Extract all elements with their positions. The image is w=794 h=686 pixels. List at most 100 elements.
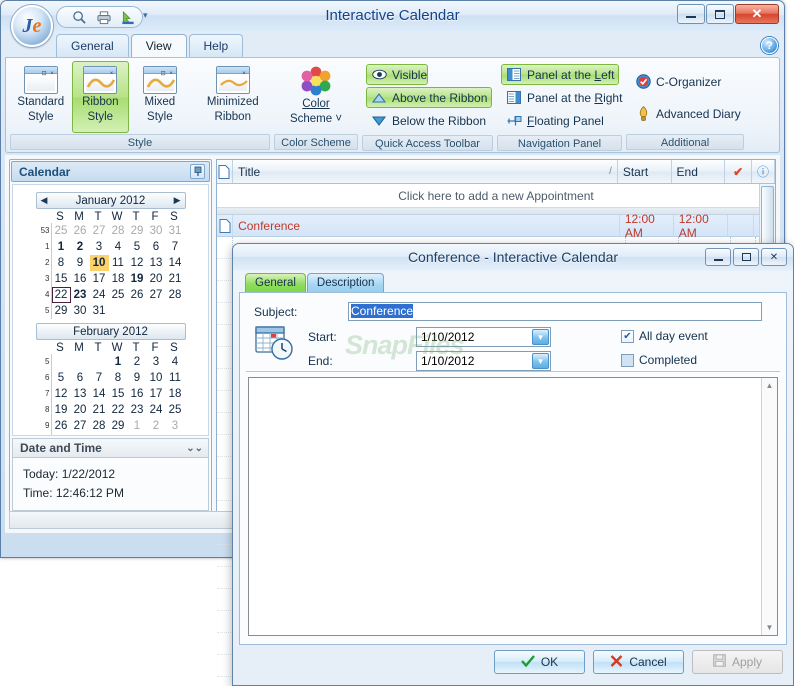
column-header-start[interactable]: Start [618, 160, 672, 183]
add-appointment-row[interactable]: Click here to add a new Appointment [217, 184, 775, 208]
calendar-day[interactable]: 28 [109, 223, 128, 239]
calendar-day[interactable]: 3 [166, 418, 185, 434]
calendar-day[interactable]: 10 [166, 434, 185, 435]
calendar-day[interactable]: 25 [166, 402, 185, 418]
ribbon-toggle-visible[interactable]: Visible [366, 64, 428, 85]
calendar-day[interactable]: 2 [71, 239, 90, 255]
calendar-day[interactable]: 20 [147, 271, 166, 287]
calendar-day[interactable]: 3 [90, 239, 109, 255]
minimize-button[interactable] [677, 4, 705, 24]
calendar-day[interactable]: 16 [71, 271, 90, 287]
ribbon-button-advanced-diary[interactable]: Advanced Diary [630, 103, 742, 124]
calendar-day[interactable]: 18 [166, 386, 185, 402]
ribbon-button-c-organizer[interactable]: C-Organizer [630, 71, 742, 92]
calendar-day[interactable]: 2 [128, 354, 147, 370]
start-date-combo[interactable]: 1/10/2012 ▼ [416, 327, 551, 347]
calendar-day[interactable]: 5 [52, 370, 71, 386]
ribbon-button-standard-style[interactable]: _ ⊡ × Standard Style [12, 61, 70, 133]
calendar-day[interactable]: 24 [90, 287, 109, 303]
calendar-day[interactable]: 8 [128, 434, 147, 435]
tab-general[interactable]: General [56, 34, 129, 57]
calendar-day[interactable]: 24 [147, 402, 166, 418]
tab-view[interactable]: View [130, 34, 187, 58]
ribbon-toggle-above-ribbon[interactable]: Above the Ribbon [366, 87, 492, 108]
chevrons-down-icon[interactable]: ⌄⌄ [186, 443, 203, 454]
calendar-day[interactable]: 27 [147, 287, 166, 303]
ribbon-toggle-floating-panel[interactable]: Floating Panel [501, 110, 619, 131]
close-button[interactable]: ✕ [735, 4, 779, 24]
calendar-day[interactable]: 8 [52, 255, 71, 271]
export-icon[interactable] [119, 9, 136, 26]
calendar-day[interactable]: 14 [90, 386, 109, 402]
ribbon-button-mixed-style[interactable]: _ ⊡ × Mixed Style [131, 61, 189, 133]
calendar-day[interactable]: 21 [166, 271, 185, 287]
month-label-january[interactable]: January 2012 [47, 195, 173, 207]
calendar-day[interactable]: 22 [51, 287, 71, 303]
calendar-day[interactable]: 23 [128, 402, 147, 418]
end-date-combo[interactable]: 1/10/2012 ▼ [416, 351, 551, 371]
print-icon[interactable] [95, 9, 112, 26]
calendar-day[interactable]: 16 [128, 386, 147, 402]
ok-button[interactable]: OK [494, 650, 585, 674]
calendar-day[interactable]: 29 [52, 303, 71, 319]
calendar-day[interactable]: 26 [52, 418, 71, 434]
search-icon[interactable] [71, 9, 88, 26]
qat-dropdown-icon[interactable]: ▾ [143, 10, 148, 21]
ribbon-toggle-below-ribbon[interactable]: Below the Ribbon [366, 110, 492, 131]
calendar-day[interactable]: 9 [71, 255, 90, 271]
calendar-day[interactable]: 5 [71, 434, 90, 435]
calendar-day[interactable]: 12 [52, 386, 71, 402]
ribbon-toggle-panel-left[interactable]: Panel at the Left [501, 64, 619, 85]
calendar-day[interactable]: 1 [52, 239, 71, 255]
calendar-day[interactable]: 6 [71, 370, 90, 386]
calendar-day[interactable]: 13 [71, 386, 90, 402]
calendar-day[interactable]: 6 [90, 434, 109, 435]
month-label-february[interactable]: February 2012 [41, 326, 181, 338]
completed-checkbox[interactable]: Completed [621, 353, 697, 367]
dialog-close-button[interactable]: ✕ [761, 248, 787, 266]
table-row[interactable]: Conference 12:00 AM 12:00 AM ˅ [217, 212, 775, 240]
calendar-day[interactable]: 11 [109, 255, 128, 271]
ribbon-button-minimized-ribbon[interactable]: × Minimized Ribbon [198, 61, 268, 133]
calendar-day[interactable]: 4 [166, 354, 185, 370]
scroll-up-icon[interactable]: ▲ [766, 381, 774, 390]
calendar-day[interactable]: 26 [128, 287, 147, 303]
dialog-minimize-button[interactable] [705, 248, 731, 266]
calendar-day[interactable]: 17 [90, 271, 109, 287]
column-header-end[interactable]: End [672, 160, 726, 183]
calendar-day[interactable]: 4 [52, 434, 71, 435]
calendar-day[interactable]: 7 [166, 239, 185, 255]
tab-general-dialog[interactable]: General [245, 273, 306, 293]
calendar-day[interactable]: 27 [90, 223, 109, 239]
date-time-header[interactable]: Date and Time ⌄⌄ [12, 438, 209, 458]
tab-description-dialog[interactable]: Description [306, 273, 385, 293]
all-day-event-checkbox[interactable]: ✔ All day event [621, 329, 708, 343]
dialog-maximize-button[interactable] [733, 248, 759, 266]
calendar-day[interactable]: 8 [109, 370, 128, 386]
calendar-day[interactable]: 20 [71, 402, 90, 418]
calendar-day[interactable]: 22 [109, 402, 128, 418]
calendar-day[interactable]: 1 [128, 418, 147, 434]
calendar-day[interactable]: 15 [52, 271, 71, 287]
calendar-day[interactable]: 1 [109, 354, 128, 370]
calendar-day[interactable]: 30 [147, 223, 166, 239]
ribbon-button-ribbon-style[interactable]: × Ribbon Style [71, 61, 130, 133]
cancel-button[interactable]: Cancel [593, 650, 684, 674]
calendar-day[interactable]: 28 [166, 287, 185, 303]
calendar-day[interactable]: 10 [89, 255, 109, 271]
calendar-day[interactable]: 14 [166, 255, 185, 271]
calendar-day[interactable]: 6 [147, 239, 166, 255]
next-month-button[interactable]: ▶ [174, 195, 181, 206]
calendar-day[interactable]: 27 [71, 418, 90, 434]
calendar-day[interactable]: 29 [128, 223, 147, 239]
subject-field[interactable]: Conference [348, 302, 762, 321]
calendar-day[interactable]: 19 [128, 271, 147, 287]
calendar-day[interactable]: 23 [71, 287, 90, 303]
prev-month-button[interactable]: ◀ [41, 195, 48, 206]
calendar-day[interactable]: 25 [109, 287, 128, 303]
calendar-day[interactable]: 4 [109, 239, 128, 255]
calendar-day[interactable]: 11 [166, 370, 185, 386]
tab-help[interactable]: Help [188, 34, 244, 57]
calendar-day[interactable]: 5 [128, 239, 147, 255]
column-header-completed[interactable]: ✔ [725, 160, 752, 183]
